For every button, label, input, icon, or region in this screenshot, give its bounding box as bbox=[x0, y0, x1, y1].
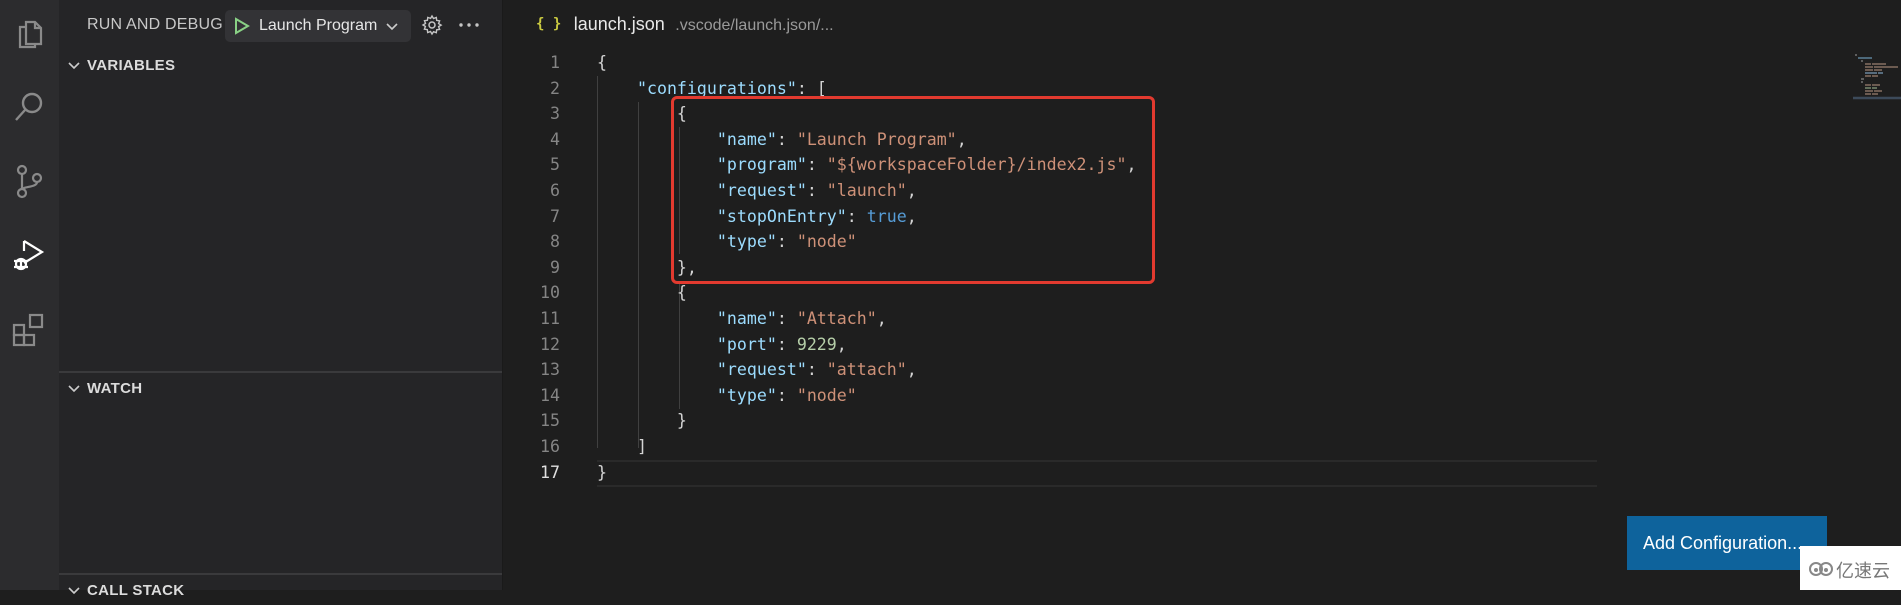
watermark-text: 亿速云 bbox=[1836, 561, 1890, 582]
code-text: "request": "attach", bbox=[716, 360, 917, 380]
add-configuration-button[interactable]: Add Configuration... bbox=[1627, 516, 1827, 570]
line-number[interactable]: 5 bbox=[503, 152, 560, 178]
code-line[interactable]: 16 ] bbox=[503, 434, 1901, 460]
section-variables-label: VARIABLES bbox=[87, 57, 176, 74]
annotation-highlight-box bbox=[671, 96, 1155, 284]
cloud-logo-icon bbox=[1809, 562, 1833, 576]
code-line[interactable]: 17} bbox=[503, 459, 1901, 487]
chevron-down-icon bbox=[68, 385, 80, 393]
line-number[interactable]: 12 bbox=[503, 332, 560, 358]
editor: { } launch.json .vscode/launch.json/... … bbox=[503, 0, 1901, 590]
section-watch-label: WATCH bbox=[87, 380, 143, 397]
code-line[interactable]: 12 "port": 9229, bbox=[503, 332, 1901, 358]
line-number[interactable]: 15 bbox=[503, 408, 560, 434]
section-divider[interactable] bbox=[59, 371, 502, 373]
code-text: "type": "node" bbox=[716, 385, 857, 405]
line-number[interactable]: 2 bbox=[503, 76, 560, 102]
chevron-down-icon bbox=[68, 587, 80, 595]
line-number[interactable]: 6 bbox=[503, 178, 560, 204]
code-line[interactable]: 1{ bbox=[503, 50, 1901, 76]
source-control-icon[interactable] bbox=[8, 160, 50, 202]
gear-icon[interactable] bbox=[421, 14, 443, 36]
section-watch[interactable]: WATCH bbox=[59, 375, 502, 403]
line-number[interactable]: 13 bbox=[503, 357, 560, 383]
debug-config-label: Launch Program bbox=[259, 17, 378, 34]
line-number[interactable]: 3 bbox=[503, 101, 560, 127]
chevron-down-icon bbox=[68, 62, 80, 70]
code-text: ] bbox=[597, 437, 647, 456]
code-text: } bbox=[597, 462, 607, 482]
breadcrumb-path[interactable]: .vscode/launch.json/... bbox=[675, 17, 833, 34]
section-call-stack-label: CALL STACK bbox=[87, 582, 185, 599]
code-text: "name": "Attach", bbox=[716, 309, 887, 328]
code-line[interactable]: 15 } bbox=[503, 408, 1901, 434]
line-number[interactable]: 4 bbox=[503, 127, 560, 153]
code-line[interactable]: 14 "type": "node" bbox=[503, 383, 1901, 409]
line-number[interactable]: 14 bbox=[503, 383, 560, 409]
breadcrumb-filename[interactable]: launch.json bbox=[574, 14, 665, 34]
code-line[interactable]: 11 "name": "Attach", bbox=[503, 306, 1901, 332]
code-text: "port": 9229, bbox=[716, 334, 847, 354]
minimap[interactable] bbox=[1853, 50, 1901, 100]
code-line[interactable]: 10 { bbox=[503, 280, 1901, 306]
search-icon[interactable] bbox=[8, 86, 50, 128]
line-number[interactable]: 16 bbox=[503, 434, 560, 460]
code-text: } bbox=[597, 411, 687, 431]
run-debug-icon[interactable] bbox=[8, 234, 50, 276]
json-braces-icon: { } bbox=[536, 16, 562, 32]
line-number[interactable]: 10 bbox=[503, 280, 560, 306]
files-icon[interactable] bbox=[8, 12, 50, 54]
watermark: 亿速云 bbox=[1800, 546, 1901, 590]
line-number[interactable]: 1 bbox=[503, 50, 560, 76]
sidebar: RUN AND DEBUG Launch Program VARIABLES W… bbox=[59, 0, 503, 599]
breadcrumb: { } launch.json .vscode/launch.json/... bbox=[536, 14, 834, 38]
line-number[interactable]: 7 bbox=[503, 204, 560, 230]
code-text: { bbox=[597, 53, 607, 72]
debug-config-select[interactable]: Launch Program bbox=[225, 10, 411, 42]
section-divider[interactable] bbox=[59, 573, 502, 575]
line-number[interactable]: 9 bbox=[503, 255, 560, 281]
section-call-stack[interactable]: CALL STACK bbox=[59, 577, 502, 605]
line-number[interactable]: 8 bbox=[503, 229, 560, 255]
extensions-icon[interactable] bbox=[8, 308, 50, 350]
play-icon[interactable] bbox=[233, 17, 251, 35]
more-icon[interactable] bbox=[457, 14, 481, 36]
section-variables[interactable]: VARIABLES bbox=[59, 52, 502, 80]
activity-bar bbox=[0, 0, 59, 590]
chevron-down-icon bbox=[386, 23, 398, 31]
sidebar-title: RUN AND DEBUG bbox=[87, 16, 223, 33]
line-number[interactable]: 11 bbox=[503, 306, 560, 332]
code-line[interactable]: 13 "request": "attach", bbox=[503, 357, 1901, 383]
line-number[interactable]: 17 bbox=[503, 460, 560, 486]
code-text: { bbox=[597, 283, 687, 303]
